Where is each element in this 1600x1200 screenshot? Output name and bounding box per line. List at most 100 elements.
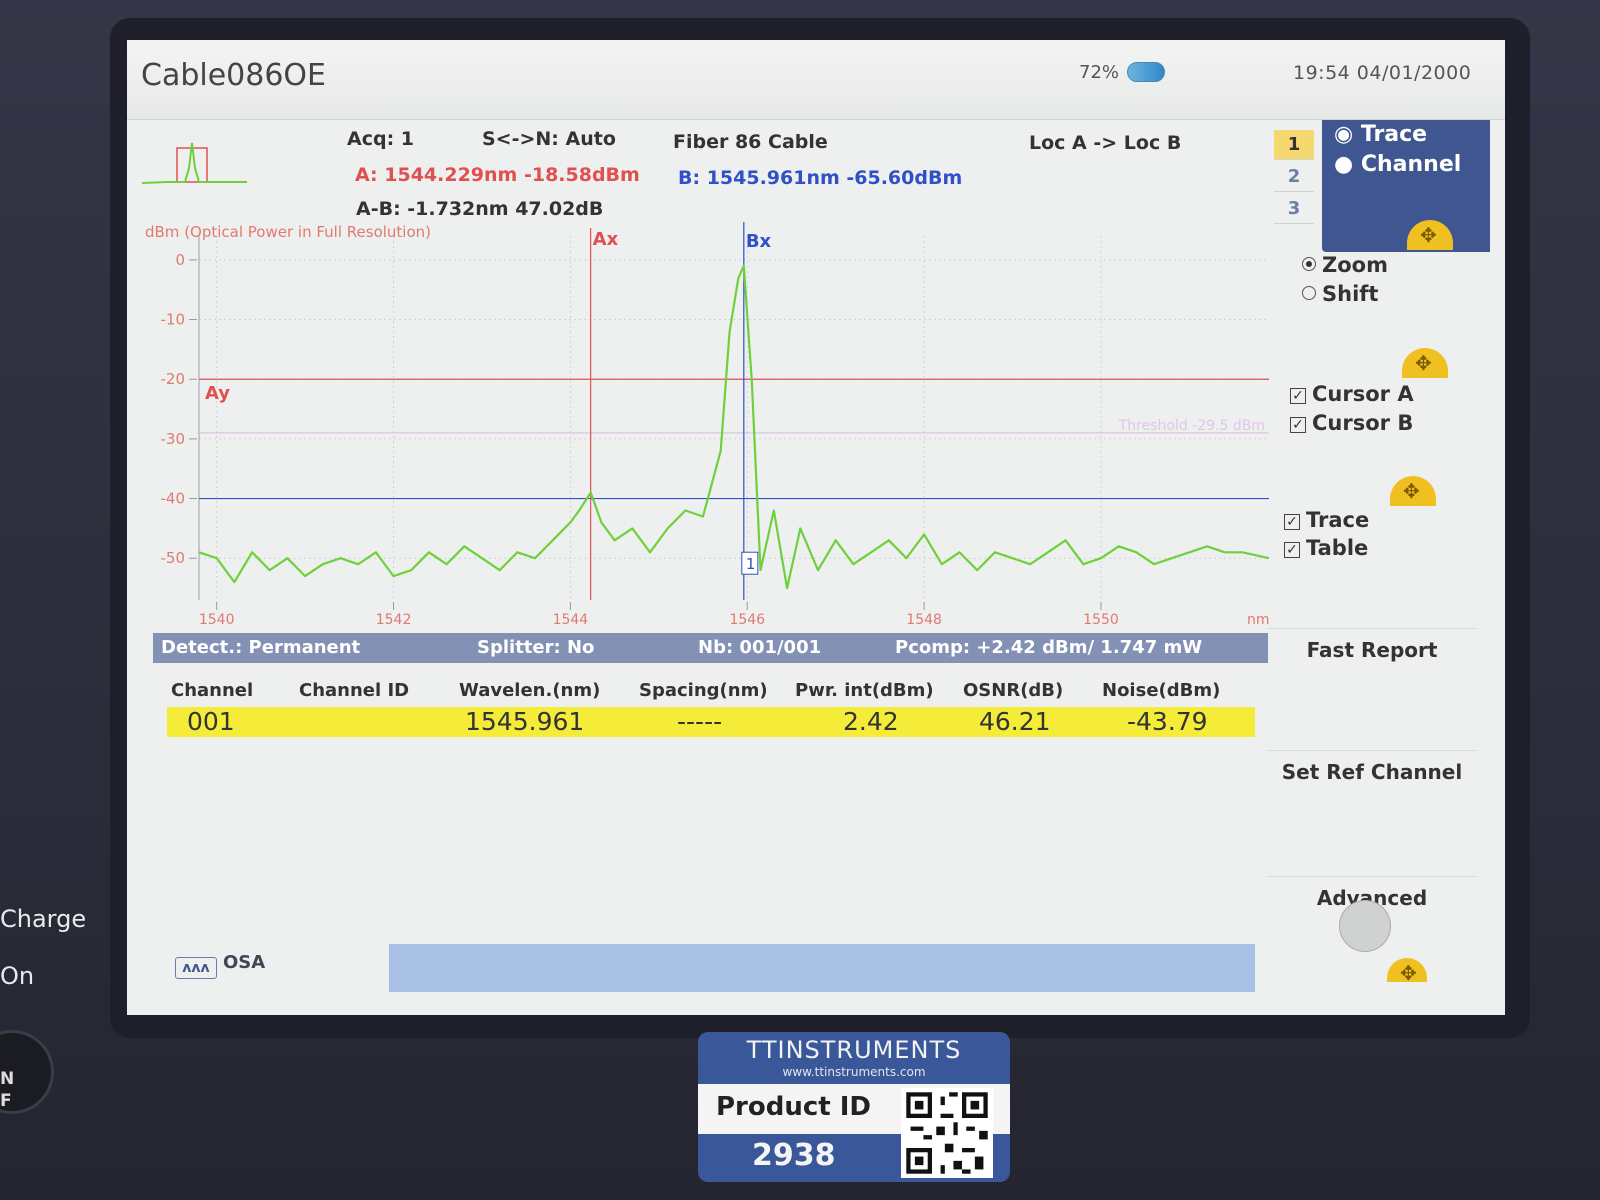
clock: 19:54 04/01/2000: [1293, 62, 1472, 84]
cursor-knob-icon[interactable]: [1390, 476, 1436, 506]
sn-info: S<->N: Auto: [482, 128, 616, 150]
fast-report-button[interactable]: Fast Report: [1267, 628, 1477, 743]
x-ticks: 1540 1542 1544 1546 1548 1550: [199, 602, 1119, 628]
product-id-value: 2938: [752, 1138, 836, 1173]
shift-label: Shift: [1322, 282, 1379, 306]
power-button-label: N F: [0, 1069, 15, 1111]
channel-tag: 1: [746, 555, 756, 573]
col-header-osnr[interactable]: OSNR(dB): [963, 680, 1063, 701]
trace-checkbox[interactable]: ✓ Trace: [1284, 508, 1369, 532]
cell-noise: -43.79: [1127, 707, 1208, 736]
acq-info: Acq: 1: [347, 128, 415, 150]
charge-label: Charge: [0, 905, 87, 933]
spectrum-trace: [198, 264, 1270, 590]
trace-thumbnail-icon[interactable]: [137, 138, 257, 228]
col-header-noise[interactable]: Noise(dBm): [1102, 680, 1220, 701]
osa-tab-label: OSA: [223, 952, 266, 973]
file-title: Cable086OE: [141, 58, 326, 93]
product-sticker: TTINSTRUMENTS www.ttinstruments.com Prod…: [698, 1032, 1010, 1182]
y-tick-label: -30: [161, 430, 186, 448]
floating-touch-button[interactable]: [1339, 900, 1391, 952]
x-axis-unit: nm: [1247, 612, 1270, 628]
loc-info: Loc A -> Loc B: [1029, 132, 1182, 154]
osa-chart[interactable]: dBm (Optical Power in Full Resolution) 0…: [137, 220, 1277, 630]
shift-radio[interactable]: Shift: [1302, 282, 1378, 306]
cell-spacing: -----: [677, 707, 723, 736]
x-tick-label: 1544: [553, 612, 589, 628]
cell-wavelength: 1545.961: [465, 707, 585, 736]
cell-channel: 001: [187, 707, 235, 736]
chart-grid: [198, 236, 1269, 600]
splitter-status: Splitter: No: [477, 637, 595, 658]
device-bezel: Charge On N F Cable086OE 72% 19:54 04/01…: [0, 0, 1600, 1200]
col-header-spacing[interactable]: Spacing(nm): [639, 680, 768, 701]
channel-count: Nb: 001/001: [698, 637, 822, 658]
qr-code-icon: [901, 1088, 993, 1178]
product-id-label: Product ID: [716, 1092, 872, 1122]
y-tick-label: -20: [161, 370, 186, 388]
on-label: On: [0, 962, 35, 990]
osa-screen: Cable086OE 72% 19:54 04/01/2000 Acq: 1 S…: [127, 40, 1505, 1015]
osa-tab[interactable]: ʌʌʌ OSA: [175, 952, 265, 979]
detection-bar: Detect.: Permanent Splitter: No Nb: 001/…: [153, 633, 1268, 663]
x-tick-label: 1550: [1083, 612, 1119, 628]
ay-marker: Ay: [205, 383, 230, 404]
mode-panel: ◉ Trace ● Channel: [1322, 120, 1490, 252]
brand-logo: TTINSTRUMENTS: [746, 1036, 962, 1064]
cursor-b-readout: B: 1545.961nm -65.60dBm: [678, 167, 963, 189]
channel-mode-radio[interactable]: ● Channel: [1334, 152, 1461, 177]
page-tab-3[interactable]: 3: [1274, 194, 1314, 224]
shift-radio-dot: [1302, 286, 1316, 300]
status-bar: [389, 944, 1255, 992]
zoom-label: Zoom: [1322, 253, 1388, 277]
table-check-icon: ✓: [1284, 542, 1300, 558]
col-header-wavelength[interactable]: Wavelen.(nm): [459, 680, 600, 701]
cursor-b-checkbox[interactable]: ✓ Cursor B: [1290, 411, 1413, 435]
cursor-a-checkbox[interactable]: ✓ Cursor A: [1290, 382, 1414, 406]
x-tick-label: 1548: [906, 612, 942, 628]
a-minus-b-readout: A-B: -1.732nm 47.02dB: [356, 198, 604, 220]
fiber-info: Fiber 86 Cable: [673, 131, 828, 153]
y-tick-label: 0: [175, 251, 185, 269]
y-axis-label: dBm (Optical Power in Full Resolution): [145, 223, 431, 241]
table-label: Table: [1306, 536, 1369, 560]
page-knob-icon[interactable]: [1387, 958, 1427, 985]
zoom-radio[interactable]: Zoom: [1302, 253, 1388, 277]
y-ticks: 0 -10 -20 -30 -40 -50: [161, 251, 197, 567]
detect-mode: Detect.: Permanent: [161, 637, 361, 658]
cursor-a-readout: A: 1544.229nm -18.58dBm: [355, 164, 640, 186]
trace-check-icon: ✓: [1284, 514, 1300, 530]
set-ref-channel-button[interactable]: Set Ref Channel: [1267, 750, 1477, 865]
zoom-knob-icon[interactable]: [1402, 348, 1448, 378]
brand-url: www.ttinstruments.com: [782, 1065, 926, 1079]
cursor-b-check-icon: ✓: [1290, 417, 1306, 433]
battery-percent: 72%: [1079, 62, 1120, 83]
col-header-pwr-int[interactable]: Pwr. int(dBm): [795, 680, 934, 701]
page-selector: 1 2 3: [1274, 130, 1318, 230]
cursor-a-check-icon: ✓: [1290, 388, 1306, 404]
x-tick-label: 1540: [199, 612, 235, 628]
zoom-radio-dot: [1302, 257, 1316, 271]
x-tick-label: 1542: [376, 612, 412, 628]
osa-waveform-icon: ʌʌʌ: [175, 957, 217, 979]
y-tick-label: -10: [161, 311, 186, 329]
table-row[interactable]: 001 1545.961 ----- 2.42 46.21 -43.79: [167, 707, 1255, 737]
channel-mode-label: Channel: [1360, 152, 1462, 177]
cell-pwr-int: 2.42: [843, 707, 899, 736]
trace-mode-label: Trace: [1360, 122, 1428, 147]
col-header-channel-id[interactable]: Channel ID: [299, 680, 409, 701]
table-checkbox[interactable]: ✓ Table: [1284, 536, 1368, 560]
y-tick-label: -50: [161, 549, 186, 567]
page-tab-2[interactable]: 2: [1274, 162, 1314, 192]
ax-marker: Ax: [593, 229, 619, 250]
title-bar: Cable086OE 72% 19:54 04/01/2000: [127, 40, 1505, 120]
bx-marker: Bx: [746, 231, 772, 252]
col-header-channel[interactable]: Channel: [171, 680, 253, 701]
cursor-a-label: Cursor A: [1312, 382, 1414, 406]
trace-mode-radio[interactable]: ◉ Trace: [1334, 122, 1427, 147]
x-tick-label: 1546: [729, 612, 765, 628]
pcomp-value: Pcomp: +2.42 dBm/ 1.747 mW: [895, 637, 1203, 658]
cursor-b-label: Cursor B: [1312, 411, 1414, 435]
trace-label: Trace: [1306, 508, 1370, 532]
page-tab-1[interactable]: 1: [1274, 130, 1314, 160]
